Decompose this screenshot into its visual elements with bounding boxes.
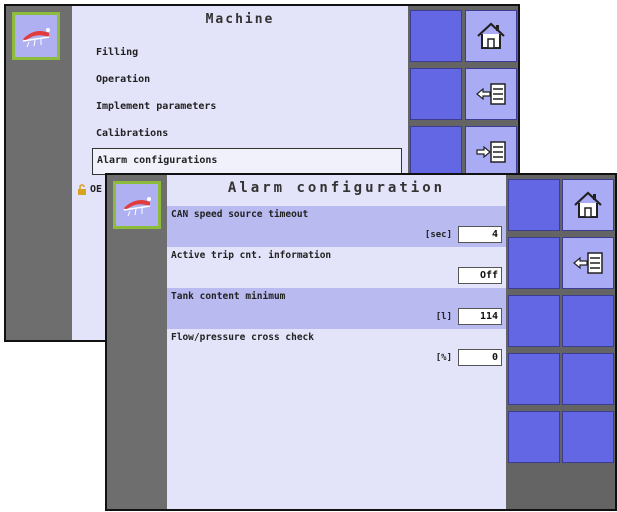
home-icon [574,191,602,218]
soft-key-2[interactable] [508,237,560,289]
soft-key-4[interactable] [562,295,614,347]
menu-item-implement-parameters[interactable]: Implement parameters [92,94,402,121]
menu-item-operation[interactable]: Operation [92,67,402,94]
back-list-icon [476,83,506,105]
sprayer-logo-icon [22,28,50,48]
param-value-field[interactable]: 114 [458,308,502,325]
front-right-button-column [506,175,615,509]
home-button[interactable] [465,10,517,62]
param-row-active-trip-info[interactable]: Active trip cnt. information Off [167,247,506,288]
menu-item-alarm-configurations[interactable]: Alarm configurations [92,148,402,175]
alarm-configuration-screen: Alarm configuration CAN speed source tim… [105,173,617,511]
param-row-can-speed-timeout[interactable]: CAN speed source timeout [sec] 4 [167,206,506,247]
app-logo-tile[interactable] [113,181,161,229]
back-list-icon [573,252,603,274]
menu-item-partial-label[interactable]: OE [90,184,102,195]
sprayer-logo-icon [123,197,151,217]
soft-key-1[interactable] [508,179,560,231]
home-icon [477,22,505,49]
soft-key-2[interactable] [410,68,462,120]
param-label: Flow/pressure cross check [171,332,314,343]
back-list-button[interactable] [562,237,614,289]
soft-key-6[interactable] [562,353,614,405]
param-value-field[interactable]: Off [458,267,502,284]
menu-item-filling[interactable]: Filling [92,40,402,67]
unlock-icon [78,184,86,195]
soft-key-7[interactable] [508,411,560,463]
back-list-button[interactable] [465,68,517,120]
soft-key-3[interactable] [410,126,462,178]
alarm-configuration-panel: Alarm configuration CAN speed source tim… [167,175,506,509]
forward-list-button[interactable] [465,126,517,178]
param-label: Active trip cnt. information [171,250,332,261]
param-unit: [l] [435,312,452,322]
param-value-field[interactable]: 4 [458,226,502,243]
soft-key-8[interactable] [562,411,614,463]
forward-list-icon [476,141,506,163]
param-unit: [%] [435,353,452,363]
param-row-flow-pressure-check[interactable]: Flow/pressure cross check [%] 0 [167,329,506,370]
menu-list: Filling Operation Implement parameters C… [92,40,402,175]
soft-key-1[interactable] [410,10,462,62]
param-label: Tank content minimum [171,291,286,302]
app-logo-tile[interactable] [12,12,60,60]
param-unit: [sec] [424,230,452,240]
page-title: Alarm configuration [227,180,446,196]
soft-key-5[interactable] [508,353,560,405]
menu-item-calibrations[interactable]: Calibrations [92,121,402,148]
home-button[interactable] [562,179,614,231]
param-value-field[interactable]: 0 [458,349,502,366]
soft-key-3[interactable] [508,295,560,347]
page-title: Machine [205,12,275,27]
param-label: CAN speed source timeout [171,209,309,220]
param-row-tank-content-minimum[interactable]: Tank content minimum [l] 114 [167,288,506,329]
